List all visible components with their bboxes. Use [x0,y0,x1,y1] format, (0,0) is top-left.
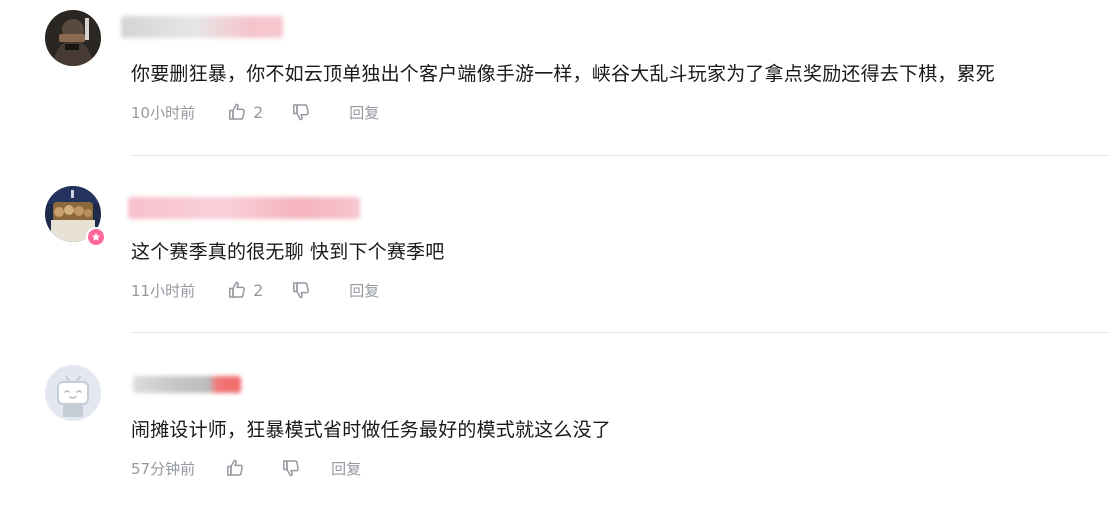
comment-item: 闹摊设计师，狂暴模式省时做任务最好的模式就这么没了 57分钟前 回复 [0,335,1108,510]
dislike-button[interactable] [291,102,311,122]
avatar[interactable] [45,365,103,423]
reply-button[interactable]: 回复 [349,102,379,123]
comment-time: 10小时前 [131,103,196,122]
thumbs-down-icon [291,280,311,300]
avatar-default-tv-icon [45,365,101,421]
comment-time: 11小时前 [131,281,196,300]
comment-text: 你要删狂暴，你不如云顶单独出个客户端像手游一样，峡谷大乱斗玩家为了拿点奖励还得去… [131,63,996,85]
comment-item: 你要删狂暴，你不如云顶单独出个客户端像手游一样，峡谷大乱斗玩家为了拿点奖励还得去… [0,0,1108,160]
avatar-dark-figure-icon [45,10,101,66]
avatar[interactable] [45,186,106,247]
reply-button[interactable]: 回复 [331,458,361,479]
username-blurred[interactable] [133,376,241,393]
thumbs-up-icon [225,458,245,478]
dislike-button[interactable] [281,458,301,478]
like-button[interactable]: 2 [227,102,263,122]
comment-meta: 10小时前 2 回复 [131,100,379,124]
comment-text: 闹摊设计师，狂暴模式省时做任务最好的模式就这么没了 [131,419,612,441]
username-blurred[interactable] [121,16,283,38]
comment-time: 57分钟前 [131,459,196,478]
verified-badge-icon [86,227,106,247]
reply-button[interactable]: 回复 [349,280,379,301]
thumbs-up-icon [227,102,247,122]
thumbs-down-icon [281,458,301,478]
like-count: 2 [253,280,264,300]
comment-item: 这个赛季真的很无聊 快到下个赛季吧 11小时前 2 回复 [0,160,1108,335]
dislike-button[interactable] [291,280,311,300]
thumbs-up-icon [227,280,247,300]
comment-meta: 11小时前 2 回复 [131,278,379,302]
comment-divider [131,155,1108,156]
thumbs-down-icon [291,102,311,122]
comment-divider [131,332,1108,333]
like-button[interactable] [225,458,251,478]
username-blurred[interactable] [128,197,360,219]
like-button[interactable]: 2 [227,280,263,300]
avatar[interactable] [45,10,103,68]
comment-text: 这个赛季真的很无聊 快到下个赛季吧 [131,241,445,263]
comment-meta: 57分钟前 回复 [131,456,361,480]
like-count: 2 [253,102,264,122]
